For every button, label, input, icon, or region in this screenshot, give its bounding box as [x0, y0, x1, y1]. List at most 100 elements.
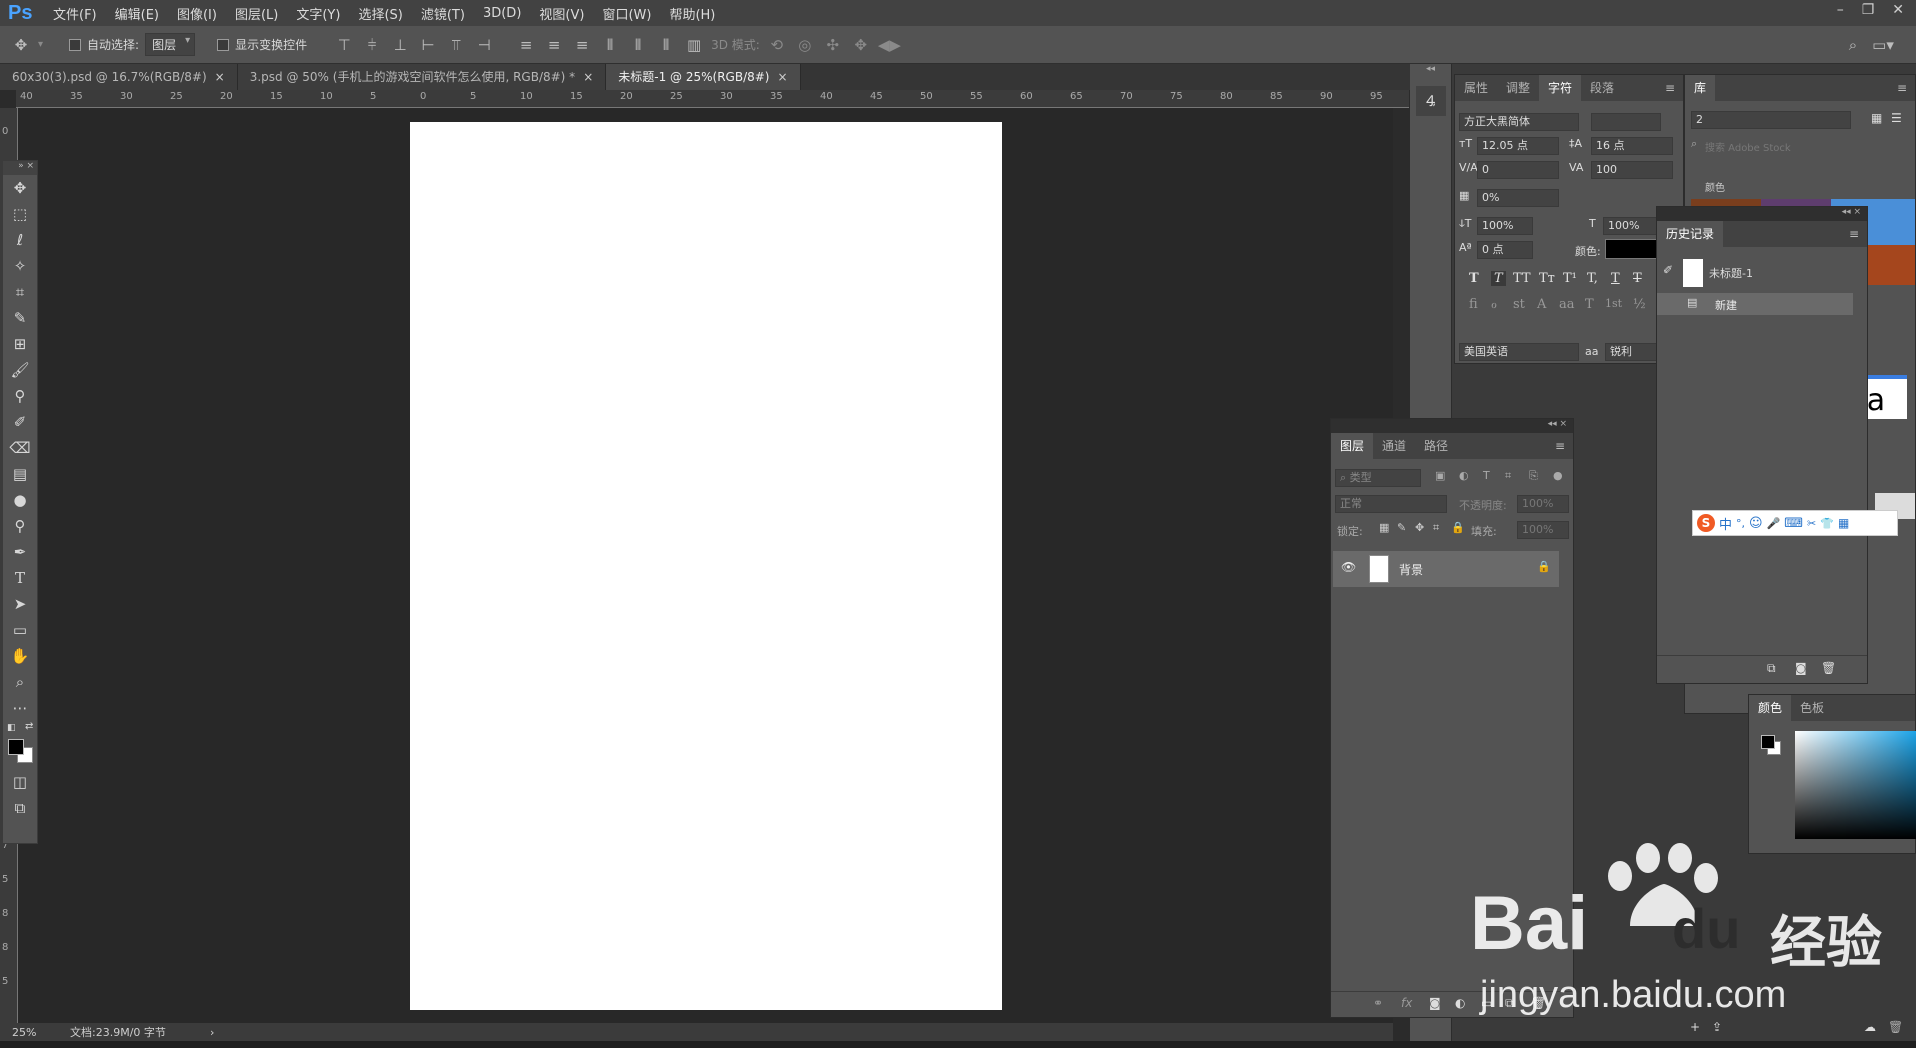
tab-history[interactable]: 历史记录	[1657, 221, 1724, 247]
type-tool-icon[interactable]: T	[3, 565, 37, 591]
tab-paths[interactable]: 路径	[1415, 433, 1457, 459]
blend-mode-select[interactable]: 正常	[1335, 495, 1447, 513]
close-icon[interactable]: ×	[583, 70, 593, 84]
ordinals-button[interactable]: 1st	[1605, 297, 1622, 310]
magic-wand-tool-icon[interactable]: ✧	[3, 253, 37, 279]
tsume-field[interactable]: 0%	[1477, 189, 1559, 207]
ime-mode[interactable]: 中	[1719, 514, 1732, 533]
lock-image-icon[interactable]: ✎	[1397, 521, 1406, 534]
doc-tab-active[interactable]: 未标题-1 @ 25%(RGB/8#) ×	[606, 64, 801, 90]
tracking-field[interactable]: 100	[1591, 161, 1673, 179]
stylistic-button[interactable]: A	[1537, 297, 1546, 312]
lock-position-icon[interactable]: ✥	[1415, 521, 1424, 534]
move-tool-icon[interactable]: ✥	[3, 175, 37, 201]
quick-mask-icon[interactable]: ◫	[3, 769, 37, 795]
menu-3d[interactable]: 3D(D)	[474, 6, 530, 21]
faux-bold-button[interactable]: T	[1469, 271, 1479, 286]
lock-transparent-icon[interactable]: ▦	[1379, 521, 1389, 534]
all-caps-button[interactable]: TT	[1513, 271, 1531, 286]
subscript-button[interactable]: T,	[1587, 271, 1598, 286]
tab-adjustments[interactable]: 调整	[1497, 75, 1539, 101]
tools-panel-header[interactable]: » ×	[3, 161, 37, 175]
path-select-tool-icon[interactable]: ➤	[3, 591, 37, 617]
distribute-hcenter-icon[interactable]: ⦀	[627, 36, 649, 54]
history-brush-tool-icon[interactable]: ✐	[3, 409, 37, 435]
strikethrough-button[interactable]: T	[1633, 271, 1642, 286]
fractions-button[interactable]: ½	[1633, 297, 1646, 312]
menu-select[interactable]: 选择(S)	[349, 4, 411, 23]
menu-layer[interactable]: 图层(L)	[226, 4, 287, 23]
menu-edit[interactable]: 编辑(E)	[106, 4, 168, 23]
history-brush-icon[interactable]: ✐	[1663, 263, 1673, 277]
tab-character[interactable]: 字符	[1539, 75, 1582, 101]
titling-button[interactable]: aa	[1559, 297, 1575, 312]
trash-icon[interactable]: 🗑	[1821, 661, 1836, 675]
align-bottom-icon[interactable]: ⊥	[389, 36, 411, 54]
history-snapshot[interactable]: ✐ 未标题-1	[1657, 255, 1867, 289]
upload-icon[interactable]: ⇪	[1712, 1020, 1722, 1034]
menu-view[interactable]: 视图(V)	[530, 4, 593, 23]
doc-tab[interactable]: 3.psd @ 50% (手机上的游戏空间软件怎么使用, RGB/8#) * ×	[237, 64, 607, 90]
doc-tab[interactable]: 60x30(3).psd @ 16.7%(RGB/8#) ×	[0, 64, 238, 90]
zoom-level[interactable]: 25%	[0, 1026, 70, 1039]
small-caps-button[interactable]: Tт	[1539, 271, 1555, 286]
align-hcenter-icon[interactable]: ⫪	[445, 36, 467, 54]
filter-smart-icon[interactable]: ⎘	[1529, 469, 1538, 483]
rotate-3d-icon[interactable]: ⟲	[766, 36, 788, 54]
color-picker-field[interactable]	[1795, 731, 1916, 839]
gradient-tool-icon[interactable]: ▤	[3, 461, 37, 487]
vertical-scale-field[interactable]: 100%	[1477, 217, 1533, 235]
default-colors-icon[interactable]: ◧	[7, 723, 16, 733]
ime-punct[interactable]: °,	[1736, 517, 1745, 530]
ruler-horizontal[interactable]: 40 35 30 25 20 15 10 5 0 5 10 15 20 25 30 35 40 45 50 55 60 6…	[16, 90, 1409, 108]
auto-select-dropdown[interactable]: 图层	[145, 33, 196, 56]
ligature-button[interactable]: fi	[1469, 297, 1478, 312]
lock-all-icon[interactable]: 🔒	[1451, 521, 1465, 534]
new-document-from-state-icon[interactable]: ⧉	[1767, 661, 1776, 676]
document-canvas[interactable]	[410, 122, 1002, 1010]
fill-field[interactable]: 100%	[1517, 521, 1569, 539]
grid-view-icon[interactable]: ▦	[1871, 111, 1882, 125]
link-layers-icon[interactable]: ⚭	[1373, 996, 1383, 1010]
menu-filter[interactable]: 滤镜(T)	[412, 4, 474, 23]
roll-3d-icon[interactable]: ◎	[794, 36, 816, 54]
pen-tool-icon[interactable]: ✒	[3, 539, 37, 565]
menu-help[interactable]: 帮助(H)	[660, 4, 724, 23]
close-icon[interactable]: ×	[215, 70, 225, 84]
brush-tool-icon[interactable]: 🖌	[3, 357, 37, 383]
drag-3d-icon[interactable]: ✣	[822, 36, 844, 54]
distribute-bottom-icon[interactable]: ≡	[571, 36, 593, 54]
zoom-tool-icon[interactable]: ⌕	[3, 669, 37, 695]
faux-italic-button[interactable]: T	[1491, 271, 1506, 286]
slide-3d-icon[interactable]: ✥	[850, 36, 872, 54]
dock-collapse-icon[interactable]: ◂◂	[1410, 64, 1451, 78]
filter-pixel-icon[interactable]: ▣	[1435, 469, 1445, 482]
visibility-eye-icon[interactable]: 👁	[1341, 560, 1356, 574]
tab-library[interactable]: 库	[1685, 75, 1716, 101]
auto-align-icon[interactable]: ▥	[683, 36, 705, 54]
distribute-left-icon[interactable]: ⦀	[599, 36, 621, 54]
char-styles-icon[interactable]: Ꜯ	[1415, 86, 1446, 116]
font-family-select[interactable]: 方正大黑简体	[1459, 113, 1579, 131]
close-icon[interactable]: ×	[777, 70, 787, 84]
ime-skin-icon[interactable]: 👕	[1820, 517, 1834, 530]
tab-properties[interactable]: 属性	[1455, 75, 1497, 101]
horizontal-scale-field[interactable]: 100%	[1603, 217, 1659, 235]
panel-menu-icon[interactable]: ≡	[1897, 81, 1907, 95]
status-arrow[interactable]: ›	[210, 1026, 214, 1039]
ime-menu-icon[interactable]: ▦	[1838, 516, 1849, 530]
search-icon[interactable]: ⌕	[1842, 36, 1864, 54]
add-library-item-icon[interactable]: +	[1690, 1020, 1700, 1034]
tab-color[interactable]: 颜色	[1749, 695, 1792, 721]
distribute-right-icon[interactable]: ⦀	[655, 36, 677, 54]
list-view-icon[interactable]: ☰	[1891, 111, 1902, 125]
eraser-tool-icon[interactable]: ⌫	[3, 435, 37, 461]
ime-tools-icon[interactable]: ✂	[1807, 517, 1816, 530]
colors-section-label[interactable]: 颜色	[1705, 179, 1725, 194]
lasso-tool-icon[interactable]: ℓ	[3, 227, 37, 253]
restore-icon[interactable]: ❐	[1862, 2, 1875, 18]
opacity-field[interactable]: 100%	[1517, 495, 1569, 513]
tab-swatches[interactable]: 色板	[1791, 695, 1833, 721]
menu-type[interactable]: 文字(Y)	[287, 4, 349, 23]
close-icon[interactable]: ✕	[1892, 2, 1904, 18]
